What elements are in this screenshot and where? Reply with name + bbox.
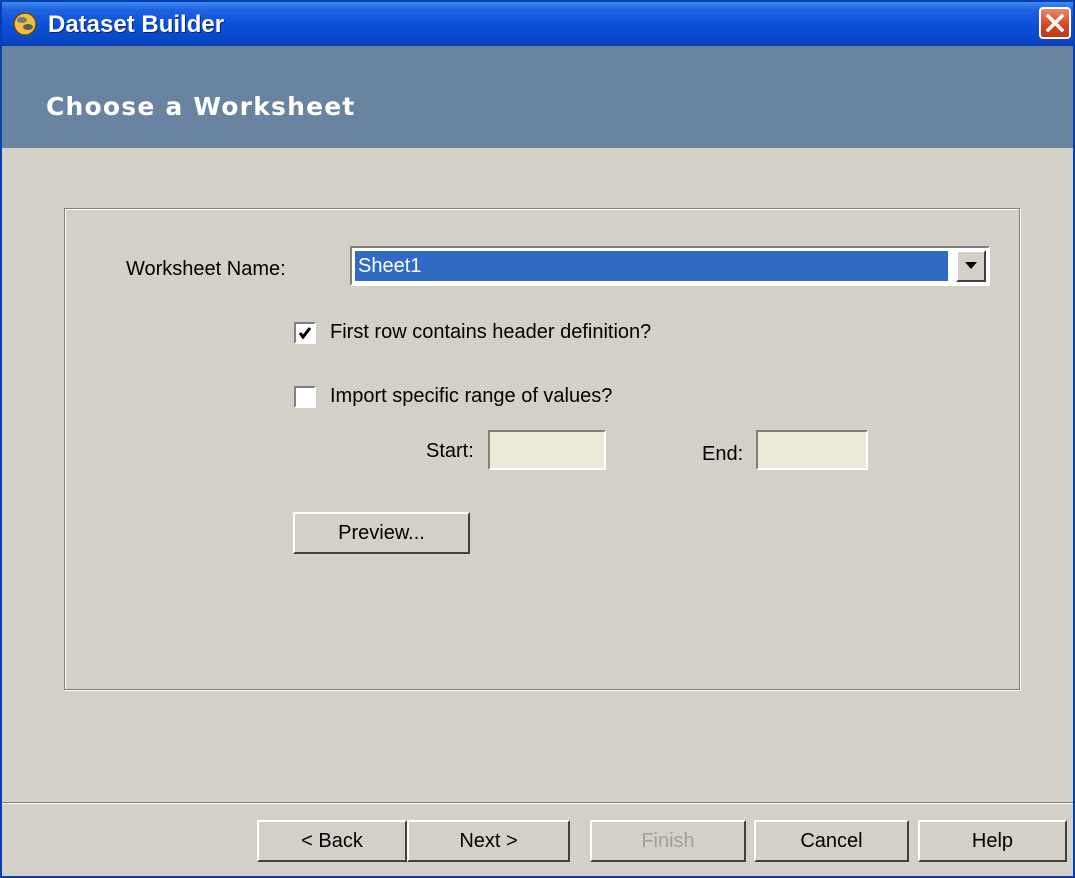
end-input[interactable] — [756, 430, 868, 470]
window-title: Dataset Builder — [48, 11, 225, 38]
first-row-header-checkbox[interactable] — [294, 322, 316, 344]
close-button[interactable] — [1039, 7, 1071, 39]
chevron-down-icon — [965, 262, 977, 269]
dataset-builder-window: Dataset Builder Choose a Worksheet Works… — [0, 0, 1075, 878]
footer-separator — [2, 802, 1073, 804]
start-label: Start: — [426, 440, 474, 462]
dropdown-button[interactable] — [956, 250, 986, 282]
help-button[interactable]: Help — [918, 820, 1067, 862]
first-row-header-label: First row contains header definition? — [330, 321, 652, 343]
close-icon — [1046, 14, 1064, 32]
finish-button[interactable]: Finish — [590, 820, 746, 862]
start-input[interactable] — [488, 430, 606, 470]
back-button[interactable]: < Back — [257, 820, 407, 862]
next-button[interactable]: Next > — [407, 820, 570, 862]
import-range-checkbox[interactable] — [294, 386, 316, 408]
page-title: Choose a Worksheet — [46, 92, 356, 121]
checkmark-icon — [298, 327, 312, 340]
import-range-label: Import specific range of values? — [330, 385, 613, 407]
title-bar[interactable]: Dataset Builder — [2, 2, 1073, 46]
end-label: End: — [702, 443, 744, 465]
wizard-header: Choose a Worksheet — [2, 46, 1073, 148]
preview-button[interactable]: Preview... — [293, 512, 470, 554]
worksheet-name-dropdown[interactable]: Sheet1 — [350, 246, 990, 286]
worksheet-name-label: Worksheet Name: — [126, 258, 286, 280]
cancel-button[interactable]: Cancel — [754, 820, 909, 862]
dataset-builder-icon — [12, 11, 38, 37]
worksheet-name-value: Sheet1 — [354, 250, 949, 282]
